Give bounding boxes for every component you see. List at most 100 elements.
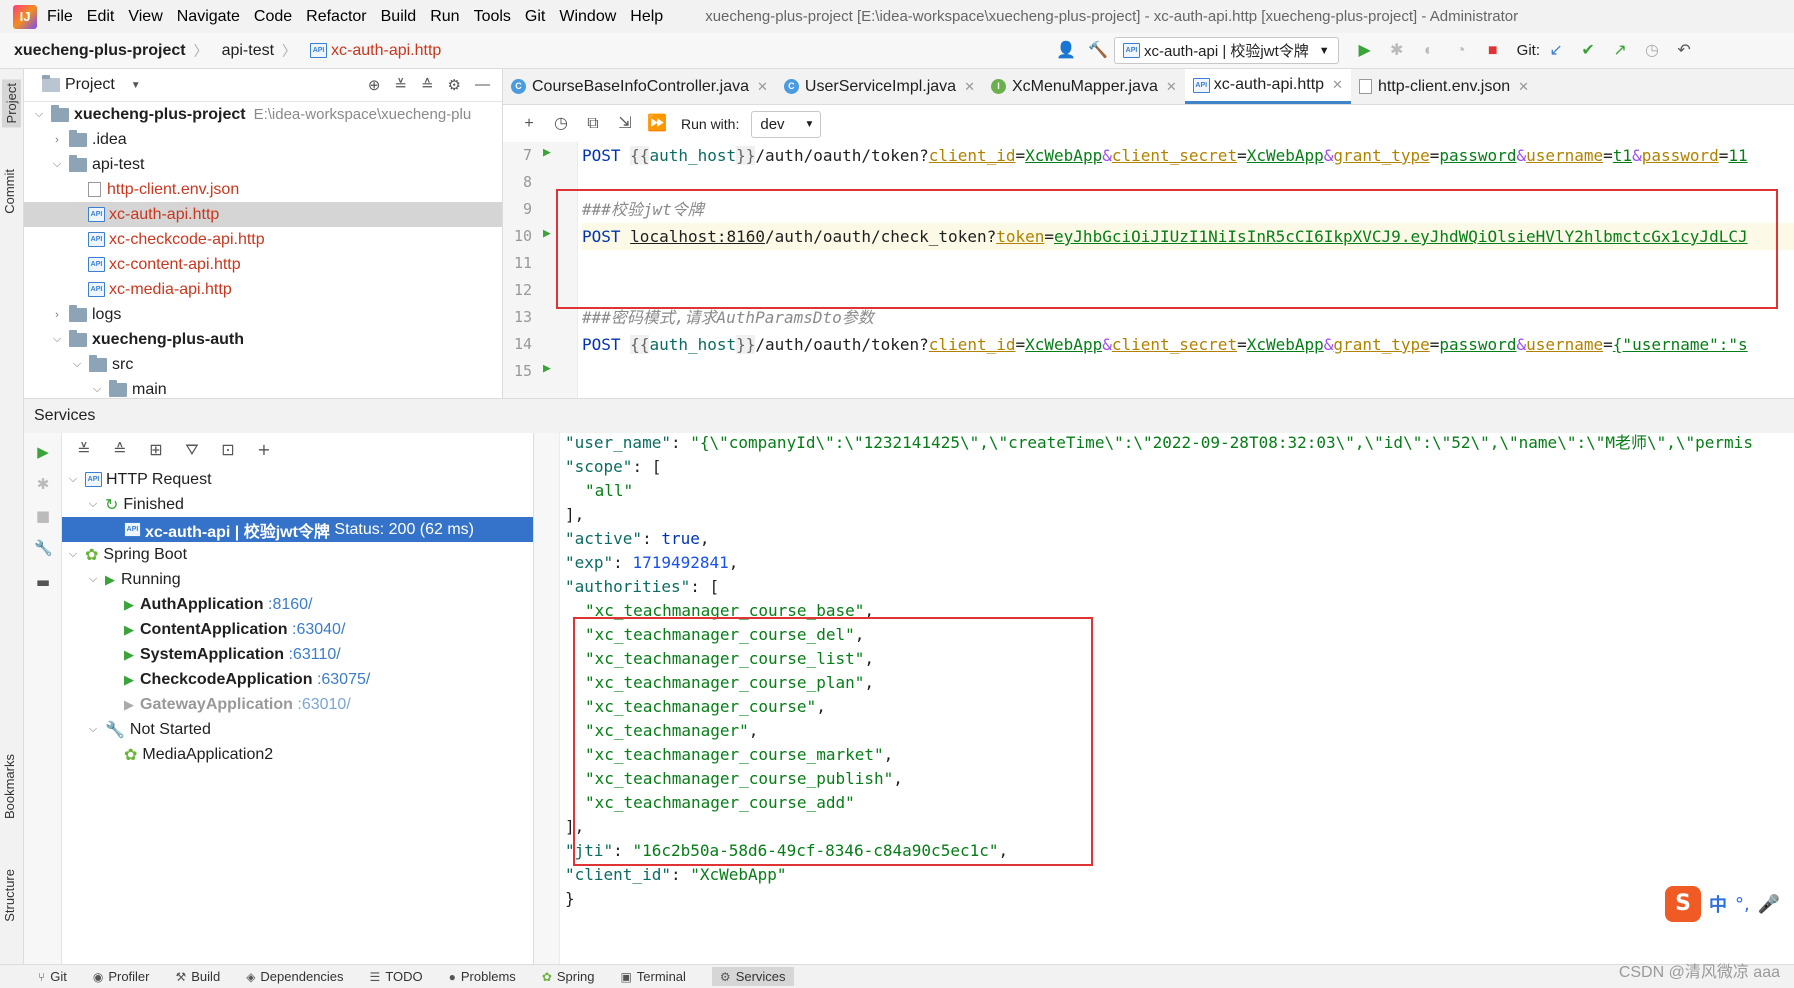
expand-all-icon[interactable]: ≚ <box>394 76 407 94</box>
git-commit-icon[interactable]: ✔ <box>1578 41 1598 61</box>
tool-spring[interactable]: ✿ Spring <box>542 969 595 984</box>
tab-xc-auth-api[interactable]: API xc-auth-api.http ✕ <box>1184 69 1351 104</box>
coverage-icon[interactable]: ◐ <box>1419 41 1439 61</box>
collapse-arrow-icon[interactable]: › <box>50 134 64 146</box>
expand-arrow-icon[interactable]: ⌵ <box>32 108 46 121</box>
tree-item-logs[interactable]: › logs <box>24 302 502 327</box>
expand-arrow-icon[interactable]: ⌵ <box>66 473 80 486</box>
tree-root[interactable]: ⌵ xuecheng-plus-project E:\idea-workspace\… <box>24 102 502 127</box>
chevron-down-icon[interactable]: ▼ <box>131 80 141 91</box>
code-line-15[interactable]: POST {{auth_host}}/auth/oauth/token?clie… <box>582 331 1748 358</box>
svc-spring-boot[interactable]: ⌵ ✿ Spring Boot <box>62 542 533 567</box>
tree-item-idea[interactable]: › .idea <box>24 127 502 152</box>
tree-file-env[interactable]: http-client.env.json <box>24 177 502 202</box>
minimize-icon[interactable]: — <box>475 76 490 94</box>
menu-edit[interactable]: Edit <box>87 8 115 26</box>
stop-icon[interactable]: ■ <box>1483 41 1503 61</box>
svc-http-request[interactable]: ⌵ API HTTP Request <box>62 467 533 492</box>
menu-code[interactable]: Code <box>254 8 292 26</box>
import-icon[interactable]: ⇲ <box>615 114 635 134</box>
code-line-7[interactable]: POST {{auth_host}}/auth/oauth/token?clie… <box>582 142 1748 169</box>
tool-services[interactable]: ⚙ Services <box>711 967 794 986</box>
tool-terminal[interactable]: ▣ Terminal <box>620 969 685 984</box>
stop-icon[interactable]: ■ <box>34 507 52 525</box>
ime-toolbar[interactable]: S 中 °, 🎤 <box>1665 886 1780 922</box>
new-tab-icon[interactable]: ⊡ <box>218 440 238 460</box>
close-icon[interactable]: ✕ <box>964 79 975 95</box>
locate-icon[interactable]: ⊕ <box>368 76 381 94</box>
tree-file-checkcode[interactable]: API xc-checkcode-api.http <box>24 227 502 252</box>
collapse-all-icon[interactable]: ≙ <box>421 76 434 94</box>
svc-app-system[interactable]: ▶ SystemApplication :63110/ <box>62 642 533 667</box>
tree-file-auth[interactable]: API xc-auth-api.http <box>24 202 502 227</box>
run-request-icon[interactable]: ▶ <box>543 226 551 241</box>
run-configuration-select[interactable]: API xc-auth-api | 校验jwt令牌 ▼ <box>1114 37 1339 64</box>
tree-item-src[interactable]: ⌵ src <box>24 352 502 377</box>
tool-tab-project[interactable]: Project <box>2 79 21 128</box>
run-icon[interactable]: ▶ <box>34 443 52 461</box>
ime-language[interactable]: 中 <box>1709 891 1727 917</box>
tool-tab-bookmarks[interactable]: Bookmarks <box>2 754 17 819</box>
code-editor[interactable]: 7 ▶ 8 9 10 ▶ 11 12 13 14 15 ▶ POST {{auth_h… <box>503 142 1794 398</box>
tool-tab-commit[interactable]: Commit <box>2 169 17 214</box>
breadcrumb-folder[interactable]: api-test <box>222 42 274 60</box>
breadcrumb-project[interactable]: xuecheng-plus-project <box>14 42 186 60</box>
add-request-icon[interactable]: + <box>519 114 539 134</box>
menu-refactor[interactable]: Refactor <box>306 8 366 26</box>
tab-course-base-info-controller[interactable]: C CourseBaseInfoController.java ✕ <box>503 69 776 104</box>
svc-app-checkcode[interactable]: ▶ CheckcodeApplication :63075/ <box>62 667 533 692</box>
response-viewer[interactable]: "user_name": "{\"companyId\":\"123214142… <box>534 433 1794 964</box>
environment-select[interactable]: dev ▼ <box>751 110 822 138</box>
collapse-all-icon[interactable]: ≙ <box>110 440 130 460</box>
close-icon[interactable]: ✕ <box>1332 77 1343 93</box>
debug-icon[interactable]: ✱ <box>34 475 52 493</box>
svc-running[interactable]: ⌵ ▶ Running <box>62 567 533 592</box>
tool-git[interactable]: ⑂ Git <box>38 969 67 984</box>
svc-app-port[interactable]: :63040/ <box>292 621 345 639</box>
group-icon[interactable]: ⊞ <box>146 440 166 460</box>
menu-run[interactable]: Run <box>430 8 459 26</box>
user-icon[interactable]: 👤 <box>1056 41 1076 61</box>
svc-not-started[interactable]: ⌵ 🔧 Not Started <box>62 717 533 742</box>
svc-app-port[interactable]: :8160/ <box>268 596 312 614</box>
menu-build[interactable]: Build <box>381 8 417 26</box>
tree-item-auth-module[interactable]: ⌵ xuecheng-plus-auth <box>24 327 502 352</box>
expand-arrow-icon[interactable]: ⌵ <box>90 383 104 396</box>
close-icon[interactable]: ✕ <box>1166 79 1177 95</box>
add-icon[interactable]: + <box>254 440 274 460</box>
project-panel-title[interactable]: Project <box>65 76 115 94</box>
tree-item-api-test[interactable]: ⌵ api-test <box>24 152 502 177</box>
menu-window[interactable]: Window <box>559 8 616 26</box>
close-icon[interactable]: ✕ <box>1518 79 1529 95</box>
tool-dependencies[interactable]: ◈ Dependencies <box>246 969 343 984</box>
expand-arrow-icon[interactable]: ⌵ <box>66 548 80 561</box>
history-icon[interactable]: ◷ <box>551 114 571 134</box>
svc-app-auth[interactable]: ▶ AuthApplication :8160/ <box>62 592 533 617</box>
tool-todo[interactable]: ☰ TODO <box>370 969 423 984</box>
menu-tools[interactable]: Tools <box>474 8 511 26</box>
microphone-icon[interactable]: 🎤 <box>1758 894 1780 915</box>
code-line-14[interactable]: ###密码模式,请求AuthParamsDto参数 <box>582 304 874 331</box>
filter-icon[interactable]: ⛛ <box>182 440 202 460</box>
svc-selected-request[interactable]: API xc-auth-api | 校验jwt令牌 Status: 200 (62… <box>62 517 533 542</box>
copy-icon[interactable]: ⧉ <box>583 114 603 134</box>
tree-file-content[interactable]: API xc-content-api.http <box>24 252 502 277</box>
tool-build[interactable]: ⚒ Build <box>176 969 221 984</box>
git-update-icon[interactable]: ↙ <box>1546 41 1566 61</box>
expand-arrow-icon[interactable]: ⌵ <box>50 333 64 346</box>
ime-punctuation[interactable]: °, <box>1735 894 1750 915</box>
tool-profiler[interactable]: ◉ Profiler <box>93 969 150 984</box>
run-all-icon[interactable]: ⏩ <box>647 114 667 134</box>
tool-tab-structure[interactable]: Structure <box>2 869 17 922</box>
profile-icon[interactable]: ◔ <box>1451 41 1471 61</box>
expand-arrow-icon[interactable]: ⌵ <box>86 573 100 586</box>
menu-file[interactable]: File <box>47 8 73 26</box>
tool-problems[interactable]: ● Problems <box>449 969 516 984</box>
expand-arrow-icon[interactable]: ⌵ <box>70 358 84 371</box>
tab-user-service-impl[interactable]: C UserServiceImpl.java ✕ <box>776 69 983 104</box>
expand-all-icon[interactable]: ≚ <box>74 440 94 460</box>
run-request-icon[interactable]: ▶ <box>543 145 551 160</box>
svc-app-port[interactable]: :63010/ <box>297 696 350 714</box>
gear-icon[interactable]: ⚙ <box>448 76 461 94</box>
menu-help[interactable]: Help <box>630 8 663 26</box>
